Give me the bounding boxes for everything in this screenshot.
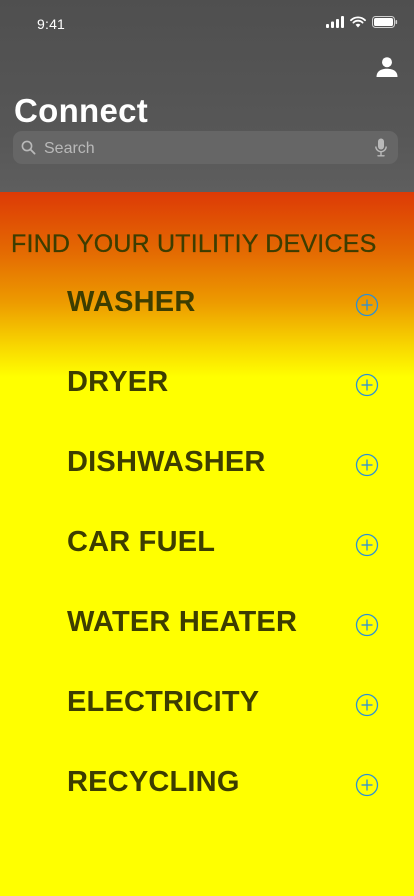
- device-label: CAR FUEL: [67, 526, 216, 558]
- device-label: WASHER: [67, 286, 196, 318]
- person-icon: [376, 57, 398, 77]
- search-input[interactable]: [42, 131, 366, 166]
- add-water-heater-button[interactable]: [355, 613, 379, 637]
- add-electricity-button[interactable]: [355, 693, 379, 717]
- add-dishwasher-button[interactable]: [355, 453, 379, 477]
- signal-icon: [326, 16, 344, 28]
- device-row-recycling[interactable]: RECYCLING: [0, 766, 414, 810]
- device-row-car-fuel[interactable]: CAR FUEL: [0, 526, 414, 570]
- section-heading: FIND YOUR UTILITIY DEVICES: [11, 230, 377, 258]
- microphone-icon[interactable]: [375, 138, 387, 157]
- device-row-washer[interactable]: WASHER: [0, 286, 414, 330]
- device-row-electricity[interactable]: ELECTRICITY: [0, 686, 414, 730]
- device-row-dryer[interactable]: DRYER: [0, 366, 414, 410]
- device-label: WATER HEATER: [67, 606, 298, 638]
- device-label: DISHWASHER: [67, 446, 266, 478]
- device-row-water-heater[interactable]: WATER HEATER: [0, 606, 414, 650]
- navigation-header: 9:41 Connect: [0, 0, 414, 192]
- device-row-dishwasher[interactable]: DISHWASHER: [0, 446, 414, 490]
- device-label: ELECTRICITY: [67, 686, 260, 718]
- profile-button[interactable]: [375, 55, 399, 79]
- device-label: RECYCLING: [67, 766, 240, 798]
- status-time: 9:41: [37, 16, 66, 32]
- device-label: DRYER: [67, 366, 169, 398]
- page-title: Connect: [14, 92, 149, 129]
- search-bar[interactable]: [13, 131, 398, 166]
- add-dryer-button[interactable]: [355, 373, 379, 397]
- battery-icon: [372, 16, 398, 28]
- add-car-fuel-button[interactable]: [355, 533, 379, 557]
- wifi-icon: [350, 16, 366, 28]
- add-recycling-button[interactable]: [355, 773, 379, 797]
- device-list-section: FIND YOUR UTILITIY DEVICES WASHER DRYER …: [0, 192, 414, 896]
- add-washer-button[interactable]: [355, 293, 379, 317]
- search-icon: [21, 140, 36, 155]
- status-icons: [326, 16, 398, 28]
